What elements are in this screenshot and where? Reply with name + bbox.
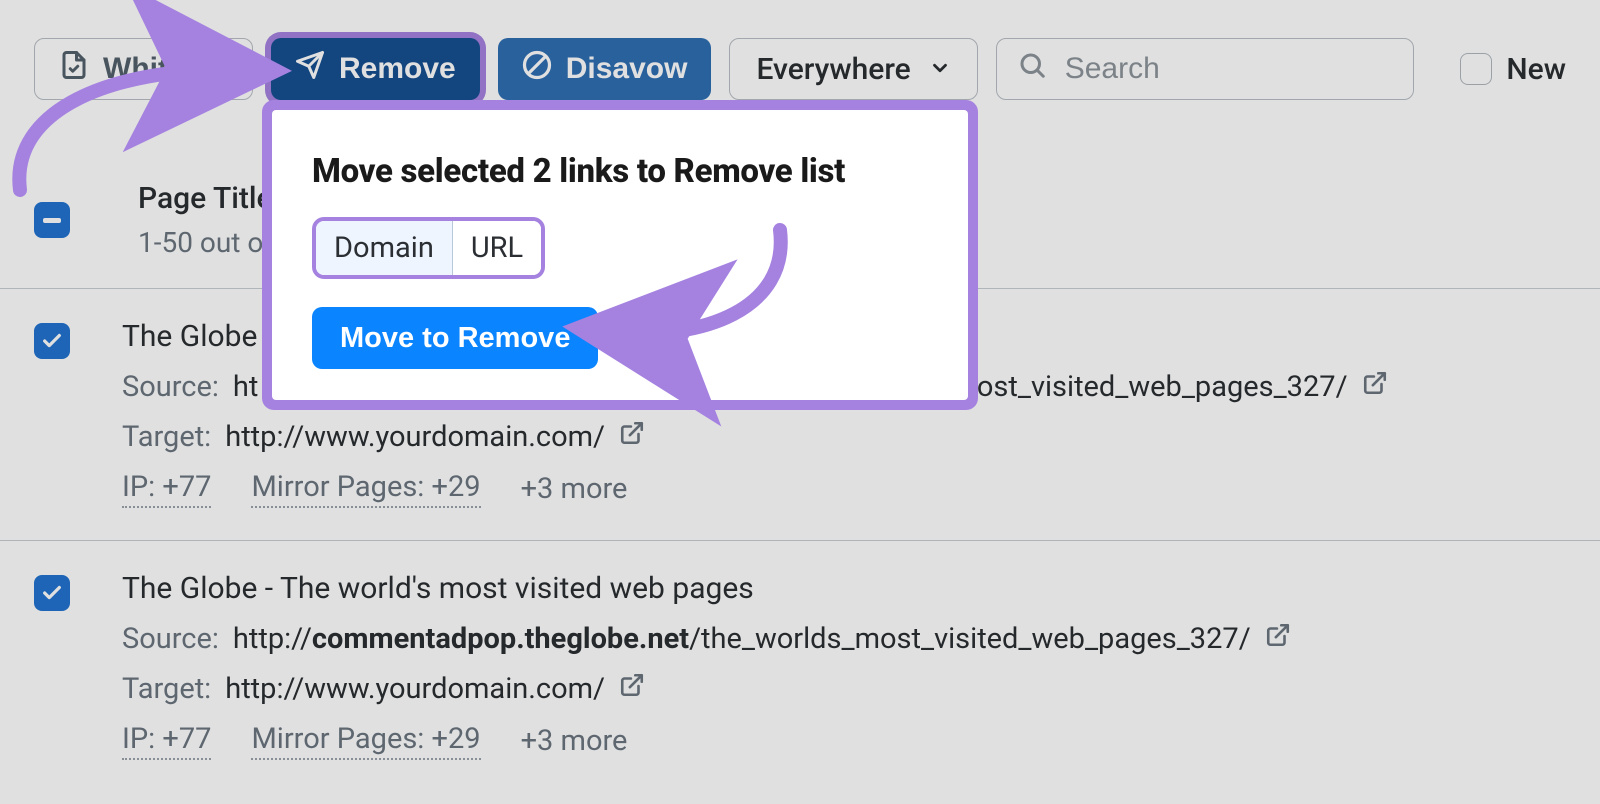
disavow-button[interactable]: Disavow: [498, 38, 712, 100]
chevron-down-icon: [929, 52, 951, 87]
whitelist-button[interactable]: Whitelist: [34, 38, 253, 100]
ip-link[interactable]: IP: +77: [122, 722, 211, 760]
table-row: The Globe - The world's most visited web…: [0, 540, 1600, 790]
external-link-icon[interactable]: [619, 672, 645, 706]
toolbar: Whitelist Remove Disavow Everywhere: [34, 38, 1566, 100]
remove-label: Remove: [339, 52, 456, 86]
ip-link[interactable]: IP: +77: [122, 470, 211, 508]
row-checkbox[interactable]: [34, 323, 70, 359]
target-url[interactable]: http://www.yourdomain.com/: [225, 420, 605, 454]
row-title: The Globe - The world's most visited web…: [122, 571, 1600, 606]
search-icon: [1017, 50, 1047, 88]
target-label: Target:: [122, 420, 211, 454]
more-link[interactable]: +3 more: [521, 472, 628, 506]
modal-title: Move selected 2 links to Remove list: [312, 152, 928, 191]
search-input[interactable]: [1065, 52, 1393, 86]
target-label: Target:: [122, 672, 211, 706]
more-link[interactable]: +3 more: [521, 724, 628, 758]
move-to-remove-button[interactable]: Move to Remove: [312, 307, 598, 369]
external-link-icon[interactable]: [619, 420, 645, 454]
row-source: Source: http://commentadpop.theglobe.net…: [122, 622, 1600, 656]
row-target: Target: http://www.yourdomain.com/: [122, 420, 1600, 454]
source-label: Source:: [122, 370, 219, 404]
move-to-remove-modal: Move selected 2 links to Remove list Dom…: [272, 110, 968, 400]
external-link-icon[interactable]: [1362, 370, 1388, 404]
app-canvas: Whitelist Remove Disavow Everywhere: [0, 0, 1600, 804]
new-filter[interactable]: New: [1460, 52, 1566, 87]
scope-label: Everywhere: [756, 52, 910, 87]
column-title: Page Title: [138, 181, 273, 216]
scope-segmented-control: Domain URL: [312, 217, 545, 279]
row-target: Target: http://www.yourdomain.com/: [122, 672, 1600, 706]
seg-domain-option[interactable]: Domain: [316, 221, 453, 275]
whitelist-label: Whitelist: [103, 52, 228, 86]
row-checkbox[interactable]: [34, 575, 70, 611]
search-field[interactable]: [996, 38, 1414, 100]
ban-icon: [522, 50, 552, 88]
file-check-icon: [59, 50, 89, 88]
external-link-icon[interactable]: [1265, 622, 1291, 656]
new-label: New: [1506, 52, 1566, 87]
target-url[interactable]: http://www.yourdomain.com/: [225, 672, 605, 706]
send-icon: [295, 50, 325, 88]
source-label: Source:: [122, 622, 219, 656]
scope-dropdown[interactable]: Everywhere: [729, 38, 977, 100]
source-url[interactable]: http://commentadpop.theglobe.net/the_wor…: [233, 622, 1251, 656]
disavow-label: Disavow: [566, 52, 688, 86]
select-all-checkbox[interactable]: [34, 202, 70, 238]
seg-url-option[interactable]: URL: [453, 221, 541, 275]
remove-button[interactable]: Remove: [271, 38, 480, 100]
mirror-link[interactable]: Mirror Pages: +29: [251, 470, 480, 508]
pagination-range: 1-50 out of: [138, 226, 273, 259]
row-meta: IP: +77 Mirror Pages: +29 +3 more: [122, 722, 1600, 760]
row-meta: IP: +77 Mirror Pages: +29 +3 more: [122, 470, 1600, 508]
new-checkbox[interactable]: [1460, 53, 1492, 85]
mirror-link[interactable]: Mirror Pages: +29: [251, 722, 480, 760]
